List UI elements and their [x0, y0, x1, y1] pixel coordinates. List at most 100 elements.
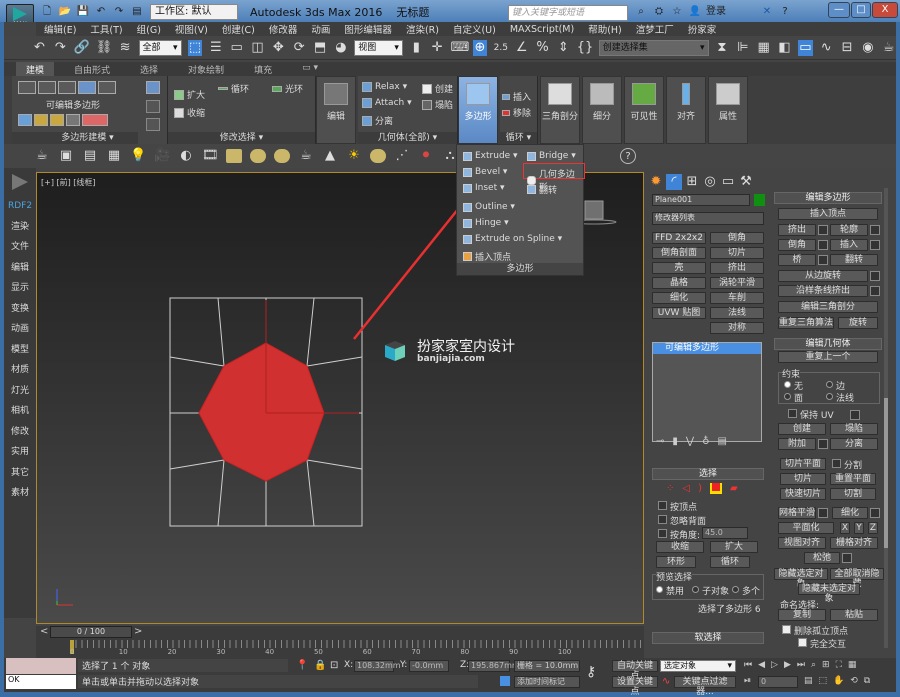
grid-align-button[interactable]: 栅格对齐	[830, 537, 878, 549]
modifier-button[interactable]: 法线	[710, 307, 764, 319]
make-unique-icon[interactable]: ⋁	[686, 436, 694, 447]
hide-unselected-button[interactable]: 隐藏未选定对象	[798, 583, 860, 604]
menu-edit[interactable]: 编辑(E)	[44, 22, 76, 36]
camera-icon[interactable]: 🎥	[154, 148, 170, 164]
sidebar-item-material[interactable]: 材质	[4, 360, 36, 381]
preview-icon[interactable]	[146, 81, 160, 94]
sidebar-item-render[interactable]: 渲染	[4, 217, 36, 238]
rotate-icon[interactable]: ⟳	[292, 40, 307, 56]
attach-button[interactable]: Attach ▾	[362, 98, 412, 108]
slice-plane-button[interactable]: 切片平面	[780, 458, 826, 470]
modifier-button[interactable]: 细化	[652, 292, 706, 304]
constraint-edge-radio[interactable]	[826, 381, 833, 388]
polygons-button[interactable]: 多边形	[458, 76, 498, 144]
scale-icon[interactable]: ⬒	[313, 40, 328, 56]
auto-key-button[interactable]: 自动关键点	[612, 660, 658, 681]
by-angle-checkbox[interactable]	[658, 529, 667, 538]
select-manipulate-icon[interactable]: ✛	[430, 40, 445, 56]
select-object-icon[interactable]: ⬚	[187, 39, 203, 56]
meshsmooth-settings-button[interactable]	[818, 508, 828, 518]
collapse-button[interactable]: 塌陷	[422, 98, 453, 111]
menu-views[interactable]: 视图(V)	[175, 22, 208, 36]
project-folder-icon[interactable]: ▤	[130, 6, 144, 18]
ring-selection-button[interactable]: 环形	[656, 556, 696, 568]
remove-loop-button[interactable]: 移除	[502, 106, 531, 119]
user-icon[interactable]: 👤	[688, 6, 702, 18]
slice-button[interactable]: 切片	[780, 473, 826, 485]
use-stack-icon[interactable]	[50, 114, 64, 126]
selection-filter-dropdown[interactable]: 全部	[138, 39, 182, 56]
sun-icon[interactable]: ☀	[346, 148, 362, 164]
edge-icon[interactable]	[38, 81, 56, 94]
ring-button[interactable]: 光环	[272, 82, 303, 95]
geometry-footer[interactable]: 几何体(全部) ▾	[358, 132, 457, 144]
object-name-field[interactable]: Plane001	[652, 194, 750, 206]
help-circle-icon[interactable]: ?	[620, 148, 636, 164]
molecule-icon[interactable]: ⚫	[418, 148, 434, 164]
add-time-tag[interactable]: 添加时间标记	[514, 676, 580, 688]
retriangulate-button[interactable]: 重复三角算法	[778, 317, 834, 329]
sidebar-item-file[interactable]: 文件	[4, 237, 36, 258]
undo-icon[interactable]: ↶	[32, 40, 47, 56]
extrude-along-spline-button[interactable]: 沿样条线挤出	[778, 285, 868, 297]
extrude-spline-item[interactable]: Extrude on Spline ▾	[463, 234, 562, 244]
set-key-button[interactable]: 设置关键点	[612, 676, 658, 697]
window-crossing-icon[interactable]: ◫	[250, 40, 265, 56]
outline-settings-button[interactable]	[870, 225, 880, 235]
sidebar-item-modify[interactable]: 修改	[4, 422, 36, 443]
pivot-center-icon[interactable]: ▮	[409, 40, 424, 56]
stack-item[interactable]: 可编辑多边形	[653, 343, 761, 354]
relax-geo-button[interactable]: 松弛	[804, 552, 840, 564]
sidebar-item-edit[interactable]: 编辑	[4, 258, 36, 279]
bevel-settings-button[interactable]	[818, 240, 828, 250]
preserve-uv-checkbox[interactable]	[788, 409, 797, 418]
insert-loop-button[interactable]: 插入	[502, 90, 531, 103]
sphere-light-icon[interactable]	[274, 149, 290, 163]
menu-animation[interactable]: 动画	[311, 22, 330, 36]
edit-triangulation-button[interactable]: 编辑三角剖分	[778, 301, 878, 313]
selection-rollout-header[interactable]: 选择	[652, 468, 764, 480]
align-icon[interactable]: ⊫	[735, 40, 750, 56]
grid-icon[interactable]: ⋰	[394, 148, 410, 164]
goto-end-icon[interactable]: ⏭	[797, 660, 805, 670]
maxscript-output[interactable]: OK	[6, 675, 76, 689]
quickslice-button[interactable]: 快速切片	[780, 488, 826, 500]
sidebar-item-other[interactable]: 其它	[4, 463, 36, 484]
menu-create[interactable]: 创建(C)	[222, 22, 255, 36]
flip-item[interactable]: 翻转	[527, 183, 557, 196]
vertex-icon[interactable]	[18, 81, 36, 94]
menu-tools[interactable]: 工具(T)	[90, 22, 122, 36]
inset-settings-button[interactable]	[870, 240, 880, 250]
render-frame-icon[interactable]: ▣	[58, 148, 74, 164]
named-selection-dropdown[interactable]: 创建选择集	[598, 39, 709, 56]
menu-banjiajia[interactable]: 扮家家	[688, 22, 717, 36]
prev-frame-button[interactable]: <	[40, 626, 48, 638]
material-editor-icon[interactable]: ◉	[860, 40, 875, 56]
half-sphere-icon[interactable]: ◐	[178, 148, 194, 164]
bridge-settings-button[interactable]	[818, 255, 828, 265]
modifier-list-dropdown[interactable]: 修改器列表	[652, 212, 764, 225]
zoom-extents-all-icon[interactable]: ▦	[848, 660, 857, 670]
planar-y-button[interactable]: Y	[854, 522, 864, 534]
pan-icon[interactable]: ✋	[833, 676, 844, 686]
soft-sel-icon[interactable]	[82, 114, 108, 126]
extrude-button[interactable]: 挤出	[778, 224, 816, 236]
hide-selected-button[interactable]: 隐藏选定对象	[774, 568, 828, 589]
create-button[interactable]: 创建	[422, 82, 453, 95]
copy-named-button[interactable]: 复制	[778, 609, 826, 621]
planar-z-button[interactable]: Z	[868, 522, 878, 534]
loops-footer[interactable]: 循环 ▾	[500, 132, 537, 144]
curve-editor-icon[interactable]: ∿	[819, 40, 834, 56]
maximize-button[interactable]: □	[851, 2, 871, 18]
redo-icon[interactable]: ↷	[112, 6, 126, 18]
select-by-name-icon[interactable]: ☰	[208, 40, 223, 56]
tessellate-button[interactable]: 细化	[832, 507, 868, 519]
rollout-scrollbar[interactable]	[884, 188, 888, 648]
sidebar-item-camera[interactable]: 相机	[4, 401, 36, 422]
constraint-none-radio[interactable]	[784, 381, 791, 388]
modifier-button[interactable]: 车削	[710, 292, 764, 304]
shrink-button[interactable]: 收缩	[174, 106, 205, 119]
layers-icon[interactable]: ◧	[777, 40, 792, 56]
modify-tab-icon[interactable]: ◜	[666, 174, 682, 190]
x-coordinate[interactable]: 108.32mm	[354, 660, 401, 672]
